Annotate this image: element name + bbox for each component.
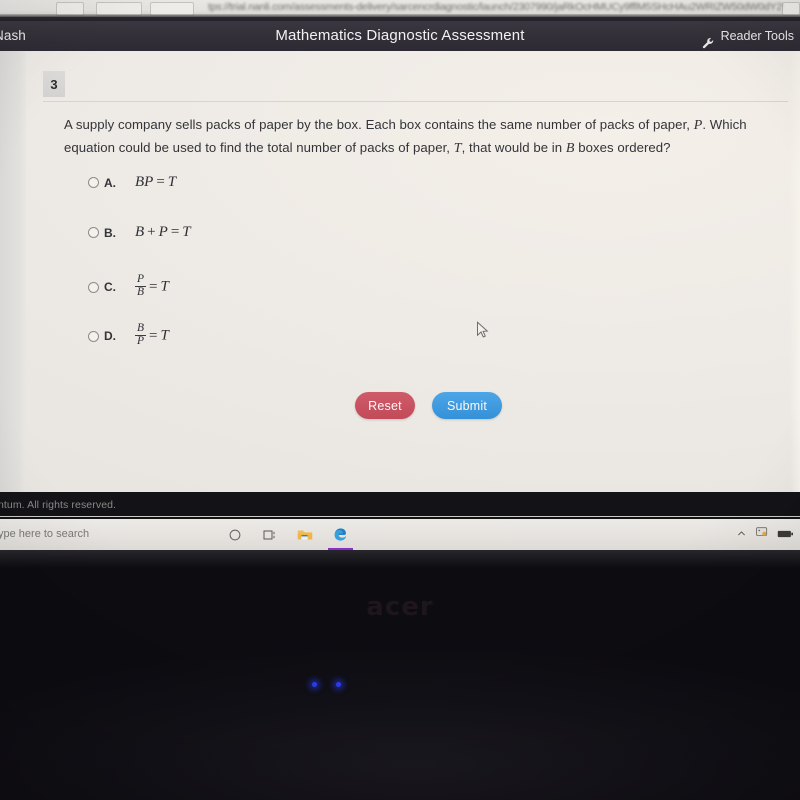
question-stem-text: A supply company sells packs of paper by… — [64, 114, 790, 160]
stem-variable-t: T — [453, 141, 462, 156]
question-number-badge: 3 — [43, 71, 65, 97]
option-c-equation: P B = T — [135, 273, 169, 299]
network-notification-icon[interactable] — [755, 525, 769, 544]
option-d-denominator: P — [135, 334, 147, 347]
status-led-indicator — [336, 682, 341, 687]
mouse-cursor-arrow-icon — [476, 321, 489, 339]
page-title: Mathematics Diagnostic Assessment — [275, 27, 525, 44]
question-divider — [43, 101, 788, 102]
option-b-equation: B + P = T — [135, 224, 191, 241]
show-hidden-icons-chevron-icon[interactable] — [736, 526, 747, 544]
screen-bottom-bezel — [0, 550, 800, 568]
option-letter-d: D. — [104, 329, 116, 344]
reader-tools-label: Reader Tools — [720, 29, 794, 43]
option-b-term2: P — [158, 224, 168, 240]
option-letter-c: C. — [104, 280, 116, 295]
radio-button-a[interactable] — [88, 177, 99, 188]
option-letter-a: A. — [104, 175, 116, 190]
option-a-equation: BP = T — [135, 174, 176, 191]
acer-brand-logo: acer — [366, 592, 434, 622]
option-c-operator: = — [149, 278, 158, 295]
option-c-denominator: B — [135, 285, 147, 298]
laptop-screen-photo: tps://trial.nanli.com/assessments-delive… — [0, 0, 800, 800]
stem-variable-b: B — [565, 141, 575, 156]
task-view-icon[interactable] — [259, 524, 280, 545]
footer-divider — [0, 516, 800, 517]
option-d-right: T — [160, 327, 169, 344]
option-c-numerator: P — [137, 273, 145, 285]
option-d-numerator: B — [137, 322, 145, 334]
option-d-fraction: B P — [135, 322, 147, 347]
option-b-plus: + — [147, 224, 156, 240]
battery-icon[interactable] — [777, 526, 794, 544]
radio-button-b[interactable] — [88, 227, 99, 238]
option-d-operator: = — [149, 327, 158, 344]
option-letter-b: B. — [104, 225, 116, 240]
answer-option-a[interactable]: A. BP = T — [88, 174, 176, 191]
system-tray — [736, 519, 794, 550]
option-b-operator: = — [170, 224, 180, 240]
stem-text-part-1: A supply company sells packs of paper by… — [64, 117, 694, 132]
taskbar-search-input[interactable]: ype here to search — [0, 519, 89, 550]
assessment-header-bar: Nash Mathematics Diagnostic Assessment R… — [0, 21, 800, 51]
option-c-fraction: P B — [135, 273, 147, 298]
page-right-edge-glare — [790, 51, 800, 492]
stem-text-part-4: boxes ordered? — [574, 140, 671, 155]
radio-button-c[interactable] — [88, 281, 99, 293]
option-d-equation: B P = T — [135, 322, 169, 348]
page-left-gutter — [0, 51, 26, 492]
footer-copyright: entum. All rights reserved. — [0, 499, 117, 511]
edge-browser-icon[interactable] — [328, 524, 353, 550]
option-b-term1: B — [135, 224, 145, 240]
option-c-right: T — [160, 278, 169, 295]
cortana-icon[interactable] — [224, 524, 245, 545]
radio-button-d[interactable] — [88, 330, 99, 342]
wrench-icon — [702, 31, 715, 48]
file-explorer-icon[interactable] — [294, 524, 315, 545]
answer-option-d[interactable]: D. B P = T — [88, 322, 169, 348]
option-a-right: T — [167, 174, 177, 190]
status-led-indicator — [312, 682, 317, 687]
option-a-operator: = — [156, 174, 165, 190]
reset-button[interactable]: Reset — [355, 392, 415, 419]
browser-address-bar[interactable]: tps://trial.nanli.com/assessments-delive… — [0, 0, 800, 17]
reader-tools-button[interactable]: Reader Tools — [702, 21, 794, 51]
option-b-right: T — [182, 224, 191, 240]
option-a-left: BP — [135, 174, 154, 190]
answer-option-b[interactable]: B. B + P = T — [88, 224, 191, 241]
windows-taskbar: ype here to search — [0, 519, 800, 550]
submit-button[interactable]: Submit — [432, 392, 502, 419]
answer-option-c[interactable]: C. P B = T — [88, 273, 169, 299]
stem-text-part-3: , that would be in — [461, 140, 566, 155]
laptop-base-area — [0, 550, 800, 800]
